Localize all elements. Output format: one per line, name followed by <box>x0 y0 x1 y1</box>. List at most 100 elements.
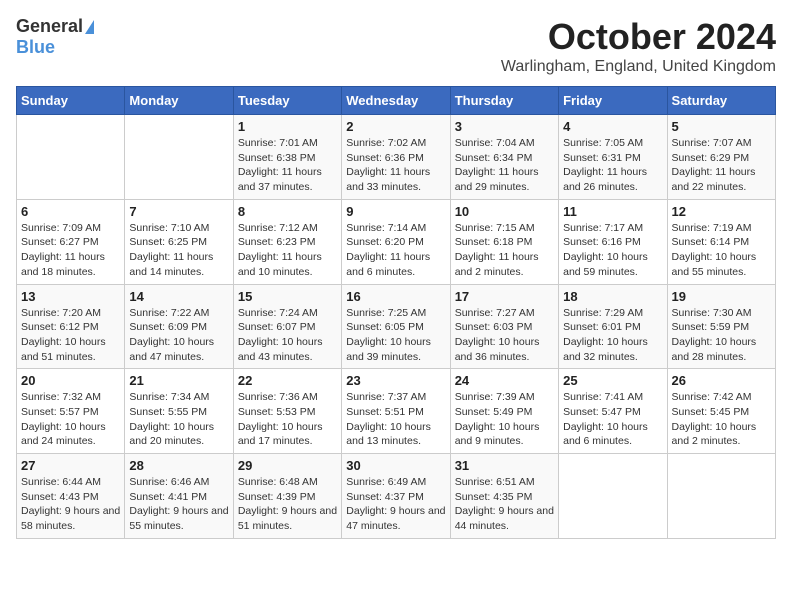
calendar-cell: 12 Sunrise: 7:19 AM Sunset: 6:14 PM Dayli… <box>667 199 775 284</box>
day-info: Sunrise: 7:17 AM Sunset: 6:16 PM Dayligh… <box>563 221 662 280</box>
day-info: Sunrise: 7:24 AM Sunset: 6:07 PM Dayligh… <box>238 306 337 365</box>
day-info: Sunrise: 7:36 AM Sunset: 5:53 PM Dayligh… <box>238 390 337 449</box>
calendar-cell: 7 Sunrise: 7:10 AM Sunset: 6:25 PM Daylig… <box>125 199 233 284</box>
day-info: Sunrise: 7:27 AM Sunset: 6:03 PM Dayligh… <box>455 306 554 365</box>
day-number: 7 <box>129 204 228 219</box>
day-info: Sunrise: 7:05 AM Sunset: 6:31 PM Dayligh… <box>563 136 662 195</box>
calendar-cell: 5Sunrise: 7:07 AM Sunset: 6:29 PM Daylig… <box>667 115 775 200</box>
calendar-cell: 27 Sunrise: 6:44 AM Sunset: 4:43 PM Dayli… <box>17 454 125 539</box>
calendar-cell: 21 Sunrise: 7:34 AM Sunset: 5:55 PM Dayli… <box>125 369 233 454</box>
calendar-cell: 13Sunrise: 7:20 AM Sunset: 6:12 PM Dayli… <box>17 284 125 369</box>
day-info: Sunrise: 7:10 AM Sunset: 6:25 PM Dayligh… <box>129 221 228 280</box>
weekday-header-cell: Friday <box>559 87 667 115</box>
day-number: 29 <box>238 458 337 473</box>
day-info: Sunrise: 7:14 AM Sunset: 6:20 PM Dayligh… <box>346 221 445 280</box>
day-info: Sunrise: 7:19 AM Sunset: 6:14 PM Dayligh… <box>672 221 771 280</box>
calendar-cell <box>17 115 125 200</box>
day-info: Sunrise: 7:41 AM Sunset: 5:47 PM Dayligh… <box>563 390 662 449</box>
weekday-header-cell: Sunday <box>17 87 125 115</box>
day-number: 16 <box>346 289 445 304</box>
day-info: Sunrise: 6:46 AM Sunset: 4:41 PM Dayligh… <box>129 475 228 534</box>
day-number: 4 <box>563 119 662 134</box>
calendar-cell: 17 Sunrise: 7:27 AM Sunset: 6:03 PM Dayli… <box>450 284 558 369</box>
day-number: 26 <box>672 373 771 388</box>
calendar-cell: 16 Sunrise: 7:25 AM Sunset: 6:05 PM Dayli… <box>342 284 450 369</box>
weekday-header-cell: Tuesday <box>233 87 341 115</box>
calendar-week-row: 6 Sunrise: 7:09 AM Sunset: 6:27 PM Daylig… <box>17 199 776 284</box>
day-number: 23 <box>346 373 445 388</box>
day-number: 28 <box>129 458 228 473</box>
day-info: Sunrise: 7:04 AM Sunset: 6:34 PM Dayligh… <box>455 136 554 195</box>
day-number: 19 <box>672 289 771 304</box>
day-info: Sunrise: 7:39 AM Sunset: 5:49 PM Dayligh… <box>455 390 554 449</box>
day-info: Sunrise: 7:25 AM Sunset: 6:05 PM Dayligh… <box>346 306 445 365</box>
calendar-cell <box>667 454 775 539</box>
calendar-cell: 26Sunrise: 7:42 AM Sunset: 5:45 PM Dayli… <box>667 369 775 454</box>
day-number: 2 <box>346 119 445 134</box>
day-number: 6 <box>21 204 120 219</box>
calendar-cell: 24Sunrise: 7:39 AM Sunset: 5:49 PM Dayli… <box>450 369 558 454</box>
day-info: Sunrise: 7:34 AM Sunset: 5:55 PM Dayligh… <box>129 390 228 449</box>
calendar-table: SundayMondayTuesdayWednesdayThursdayFrid… <box>16 86 776 539</box>
day-number: 15 <box>238 289 337 304</box>
day-info: Sunrise: 7:15 AM Sunset: 6:18 PM Dayligh… <box>455 221 554 280</box>
calendar-cell: 4 Sunrise: 7:05 AM Sunset: 6:31 PM Daylig… <box>559 115 667 200</box>
day-number: 12 <box>672 204 771 219</box>
day-info: Sunrise: 6:49 AM Sunset: 4:37 PM Dayligh… <box>346 475 445 534</box>
calendar-cell: 9 Sunrise: 7:14 AM Sunset: 6:20 PM Daylig… <box>342 199 450 284</box>
calendar-week-row: 1 Sunrise: 7:01 AM Sunset: 6:38 PM Daylig… <box>17 115 776 200</box>
calendar-cell: 11Sunrise: 7:17 AM Sunset: 6:16 PM Dayli… <box>559 199 667 284</box>
day-number: 10 <box>455 204 554 219</box>
day-number: 9 <box>346 204 445 219</box>
calendar-cell: 25 Sunrise: 7:41 AM Sunset: 5:47 PM Dayli… <box>559 369 667 454</box>
logo: General Blue <box>16 16 94 58</box>
day-number: 3 <box>455 119 554 134</box>
day-info: Sunrise: 7:02 AM Sunset: 6:36 PM Dayligh… <box>346 136 445 195</box>
day-info: Sunrise: 7:30 AM Sunset: 5:59 PM Dayligh… <box>672 306 771 365</box>
day-info: Sunrise: 7:12 AM Sunset: 6:23 PM Dayligh… <box>238 221 337 280</box>
calendar-cell: 29 Sunrise: 6:48 AM Sunset: 4:39 PM Dayli… <box>233 454 341 539</box>
calendar-week-row: 27 Sunrise: 6:44 AM Sunset: 4:43 PM Dayli… <box>17 454 776 539</box>
day-number: 5 <box>672 119 771 134</box>
calendar-cell: 20 Sunrise: 7:32 AM Sunset: 5:57 PM Dayli… <box>17 369 125 454</box>
calendar-cell: 14Sunrise: 7:22 AM Sunset: 6:09 PM Dayli… <box>125 284 233 369</box>
day-number: 1 <box>238 119 337 134</box>
day-info: Sunrise: 7:20 AM Sunset: 6:12 PM Dayligh… <box>21 306 120 365</box>
day-number: 27 <box>21 458 120 473</box>
day-number: 21 <box>129 373 228 388</box>
day-number: 22 <box>238 373 337 388</box>
day-info: Sunrise: 6:51 AM Sunset: 4:35 PM Dayligh… <box>455 475 554 534</box>
day-number: 31 <box>455 458 554 473</box>
weekday-header-cell: Thursday <box>450 87 558 115</box>
day-number: 17 <box>455 289 554 304</box>
calendar-cell: 6 Sunrise: 7:09 AM Sunset: 6:27 PM Daylig… <box>17 199 125 284</box>
calendar-cell: 10 Sunrise: 7:15 AM Sunset: 6:18 PM Dayli… <box>450 199 558 284</box>
calendar-cell: 1 Sunrise: 7:01 AM Sunset: 6:38 PM Daylig… <box>233 115 341 200</box>
calendar-cell: 8 Sunrise: 7:12 AM Sunset: 6:23 PM Daylig… <box>233 199 341 284</box>
calendar-body: 1 Sunrise: 7:01 AM Sunset: 6:38 PM Daylig… <box>17 115 776 539</box>
weekday-header-cell: Saturday <box>667 87 775 115</box>
calendar-cell: 23 Sunrise: 7:37 AM Sunset: 5:51 PM Dayli… <box>342 369 450 454</box>
calendar-cell: 3 Sunrise: 7:04 AM Sunset: 6:34 PM Daylig… <box>450 115 558 200</box>
day-info: Sunrise: 7:29 AM Sunset: 6:01 PM Dayligh… <box>563 306 662 365</box>
logo-general: General <box>16 16 83 37</box>
calendar-cell: 19 Sunrise: 7:30 AM Sunset: 5:59 PM Dayli… <box>667 284 775 369</box>
calendar-cell <box>125 115 233 200</box>
day-info: Sunrise: 6:44 AM Sunset: 4:43 PM Dayligh… <box>21 475 120 534</box>
day-number: 30 <box>346 458 445 473</box>
day-info: Sunrise: 6:48 AM Sunset: 4:39 PM Dayligh… <box>238 475 337 534</box>
day-info: Sunrise: 7:22 AM Sunset: 6:09 PM Dayligh… <box>129 306 228 365</box>
location-title: Warlingham, England, United Kingdom <box>501 58 776 76</box>
day-info: Sunrise: 7:01 AM Sunset: 6:38 PM Dayligh… <box>238 136 337 195</box>
day-number: 20 <box>21 373 120 388</box>
calendar-cell: 28 Sunrise: 6:46 AM Sunset: 4:41 PM Dayli… <box>125 454 233 539</box>
calendar-cell: 30 Sunrise: 6:49 AM Sunset: 4:37 PM Dayli… <box>342 454 450 539</box>
day-number: 25 <box>563 373 662 388</box>
day-info: Sunrise: 7:32 AM Sunset: 5:57 PM Dayligh… <box>21 390 120 449</box>
calendar-cell: 31 Sunrise: 6:51 AM Sunset: 4:35 PM Dayli… <box>450 454 558 539</box>
calendar-cell: 2 Sunrise: 7:02 AM Sunset: 6:36 PM Daylig… <box>342 115 450 200</box>
day-number: 8 <box>238 204 337 219</box>
calendar-cell: 15 Sunrise: 7:24 AM Sunset: 6:07 PM Dayli… <box>233 284 341 369</box>
day-info: Sunrise: 7:09 AM Sunset: 6:27 PM Dayligh… <box>21 221 120 280</box>
day-info: Sunrise: 7:37 AM Sunset: 5:51 PM Dayligh… <box>346 390 445 449</box>
